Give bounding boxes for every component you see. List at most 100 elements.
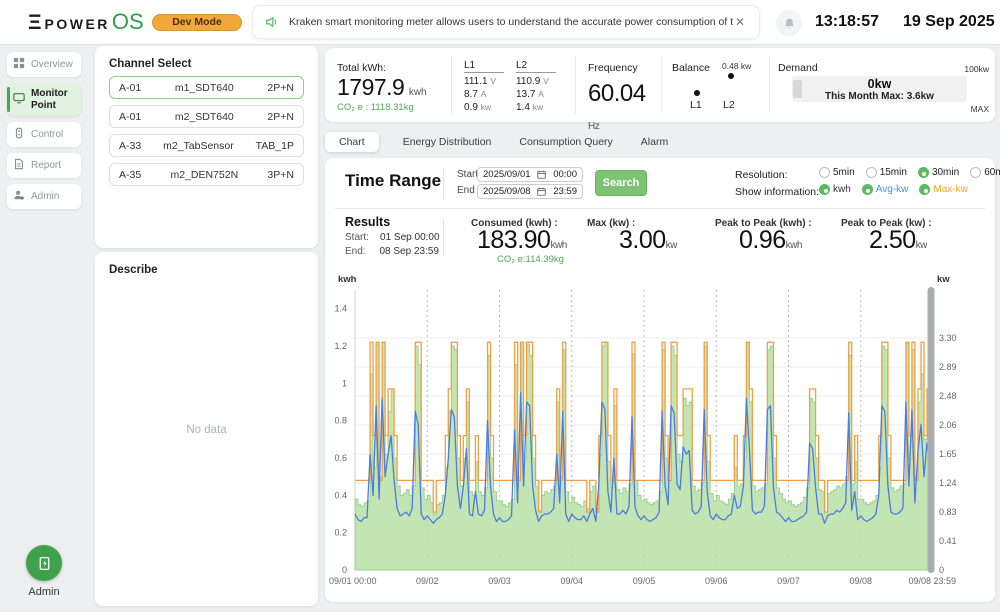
end-label: End [457, 185, 475, 196]
consumed-value: 183.90kwh [477, 226, 567, 255]
resolution-option-15min[interactable]: 15min [866, 167, 907, 178]
app-logo: Ξ POWER OS [28, 9, 144, 35]
svg-text:1.65: 1.65 [939, 449, 957, 459]
channel-type: 2P+N [267, 82, 294, 94]
svg-text:0.8: 0.8 [334, 416, 347, 426]
frequency-value: 60.04 Hz [588, 80, 661, 136]
demand-progress-bar: 0kw This Month Max: 3.6kw [792, 76, 967, 102]
sidebar-item-control[interactable]: Control [7, 122, 81, 147]
phase-value: 13.7 A [516, 88, 568, 101]
radio-icon [866, 167, 877, 178]
peak-to-peak-kw-value: 2.50kw [869, 226, 927, 255]
demand-scale-max: 100kw [964, 64, 989, 74]
channel-row[interactable]: A-01m1_SDT6402P+N [109, 76, 304, 99]
radio-icon [970, 167, 981, 178]
logo-mark: Ξ [28, 11, 43, 35]
stats-summary-card: Total kWh: 1797.9 kwh CO₂ e : 1118.31kg … [325, 48, 995, 122]
total-kwh-unit: kwh [409, 87, 427, 98]
total-co2-value: CO₂ e : 1118.31kg [337, 102, 451, 113]
channel-code: A-35 [119, 169, 141, 181]
results-start: Start: 01 Sep 00:00 [345, 232, 440, 243]
show-option-max-kw[interactable]: Max-kw [919, 184, 967, 195]
tab-consumption-query[interactable]: Consumption Query [519, 132, 612, 152]
time-range-title: Time Range [345, 171, 441, 191]
channel-name: m2_TabSensor [163, 140, 234, 152]
start-datetime-input[interactable]: 2025/09/01 00:00 [477, 167, 583, 182]
channel-select-title: Channel Select [109, 58, 304, 70]
sidebar-item-admin[interactable]: Admin [7, 184, 81, 209]
sidebar-item-overview[interactable]: Overview [7, 52, 81, 77]
chart-right-scrollbar [928, 287, 935, 573]
svg-text:09/04: 09/04 [560, 576, 583, 586]
channel-name: m2_DEN752N [170, 169, 238, 181]
announcement-bar: Kraken smart monitoring meter allows use… [252, 5, 760, 39]
start-time-value: 00:00 [553, 169, 577, 180]
svg-text:09/08: 09/08 [849, 576, 872, 586]
option-label: kwh [833, 184, 851, 195]
phase-value: 110.9 V [516, 75, 568, 88]
svg-text:09/03: 09/03 [488, 576, 511, 586]
calendar-icon [537, 170, 546, 179]
tab-alarm[interactable]: Alarm [641, 132, 668, 152]
dev-mode-badge: Dev Mode [152, 14, 242, 31]
frequency-label: Frequency [588, 62, 661, 74]
channel-row[interactable]: A-35m2_DEN752N3P+N [109, 163, 304, 186]
resolution-option-60min[interactable]: 60min [970, 167, 1000, 178]
svg-text:09/01 00:00: 09/01 00:00 [329, 576, 377, 586]
calendar-icon [537, 187, 546, 196]
svg-text:2.48: 2.48 [939, 391, 957, 401]
results-end: End: 08 Sep 23:59 [345, 246, 439, 257]
demand-month-max: This Month Max: 3.6kw [792, 91, 967, 102]
sidebar-item-label: Monitor Point [31, 88, 75, 111]
sidebar-item-label: Report [31, 160, 61, 172]
total-kwh-value: 1797.9 [337, 74, 404, 100]
sidebar-item-report[interactable]: Report [7, 153, 81, 178]
resolution-option-30min[interactable]: 30min [918, 167, 959, 178]
end-datetime-input[interactable]: 2025/09/08 23:59 [477, 184, 583, 199]
divider [443, 167, 444, 200]
svg-text:09/06: 09/06 [705, 576, 728, 586]
peak-to-peak-kwh-value: 0.96kwh [739, 226, 802, 255]
option-label: Avg-kw [876, 184, 909, 195]
grid-icon [13, 57, 31, 72]
notification-bell-button[interactable] [776, 10, 802, 36]
balance-l2-dot [728, 73, 734, 79]
max-kw-value: 3.00kw [619, 226, 677, 255]
consumption-chart[interactable]: 0.20.40.60.811.21.400.410.831.241.652.06… [325, 278, 985, 592]
date-display: 19 Sep 2025 [903, 13, 995, 31]
svg-text:0: 0 [342, 565, 347, 575]
phase-value: 111.1 V [464, 75, 516, 88]
app-root: Ξ POWER OS Dev Mode Kraken smart monitor… [0, 0, 1000, 612]
resolution-option-5min[interactable]: 5min [819, 167, 855, 178]
avatar[interactable] [26, 545, 62, 581]
radio-icon [862, 184, 873, 195]
divider [335, 208, 985, 209]
sidebar-item-monitor-point[interactable]: Monitor Point [7, 83, 81, 116]
channel-row[interactable]: A-01m2_SDT6402P+N [109, 105, 304, 128]
sidebar-user: Admin [0, 545, 88, 598]
channel-code: A-01 [119, 82, 141, 94]
tab-chart[interactable]: Chart [325, 132, 379, 152]
show-option-kwh[interactable]: kwh [819, 184, 851, 195]
search-button[interactable]: Search [595, 170, 647, 196]
admin-icon [13, 189, 31, 204]
svg-text:0.4: 0.4 [334, 490, 347, 500]
channel-code: A-01 [119, 111, 141, 123]
monitor-icon [13, 92, 31, 107]
close-icon[interactable]: ✕ [733, 15, 747, 29]
end-time-value: 23:59 [553, 186, 577, 197]
series-kwh-area [355, 342, 930, 570]
sidebar-item-label: Overview [31, 59, 73, 71]
describe-panel: Describe No data [95, 252, 318, 606]
demand-current-value: 0kw [792, 77, 967, 91]
channel-type: 2P+N [267, 111, 294, 123]
consumed-co2: CO₂ e:114.39kg [497, 254, 564, 265]
show-option-avg-kw[interactable]: Avg-kw [862, 184, 909, 195]
svg-text:1: 1 [342, 378, 347, 388]
svg-text:0: 0 [939, 565, 944, 575]
channel-select-panel: Channel Select A-01m1_SDT6402P+N A-01m2_S… [95, 46, 318, 248]
channel-row[interactable]: A-33m2_TabSensorTAB_1P [109, 134, 304, 157]
tab-energy-distribution[interactable]: Energy Distribution [403, 132, 492, 152]
balance-section: Balance 0.48 kw L1 L2 [662, 56, 770, 114]
end-date-value: 2025/09/08 [483, 186, 531, 197]
